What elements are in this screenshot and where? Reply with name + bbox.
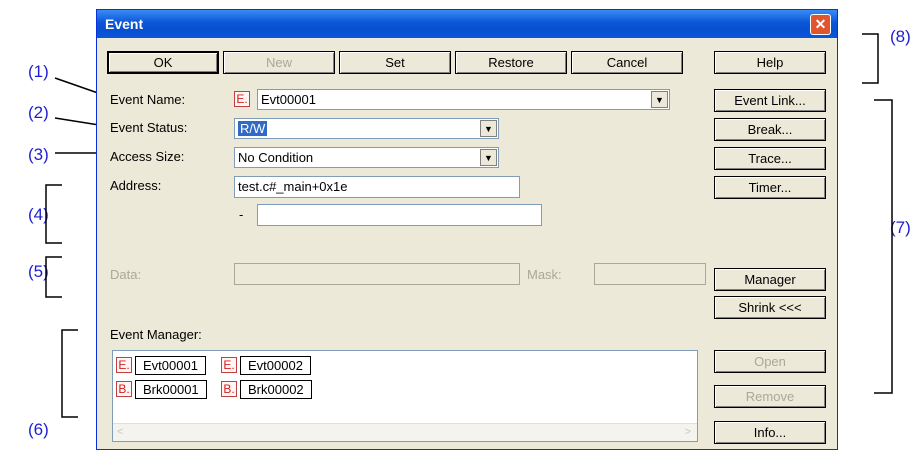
ok-button[interactable]: OK — [107, 51, 219, 74]
scroll-left-icon[interactable]: < — [117, 426, 123, 438]
address-label: Address: — [110, 178, 162, 193]
event-type-badge: E. — [116, 357, 132, 373]
list-item-name: Brk00001 — [135, 379, 207, 399]
access-size-combo[interactable]: No Condition ▼ — [234, 147, 499, 168]
help-button[interactable]: Help — [714, 51, 826, 74]
access-size-value: No Condition — [238, 150, 314, 165]
remove-button[interactable]: Remove — [714, 385, 826, 408]
chevron-down-icon[interactable]: ▼ — [651, 91, 668, 108]
list-item-name: Brk00002 — [240, 379, 312, 399]
event-name-value: Evt00001 — [261, 92, 316, 107]
list-item[interactable]: B. Brk00002 — [221, 379, 312, 399]
set-button[interactable]: Set — [339, 51, 451, 74]
horizontal-scrollbar[interactable]: < > — [113, 423, 697, 441]
data-field[interactable] — [234, 263, 520, 285]
list-item-name: Evt00001 — [135, 355, 206, 375]
scroll-right-icon[interactable]: > — [685, 426, 691, 438]
timer-button[interactable]: Timer... — [714, 176, 826, 199]
info-button[interactable]: Info... — [714, 421, 826, 444]
title-bar: Event ✕ — [97, 10, 837, 38]
event-status-label: Event Status: — [110, 120, 188, 135]
range-dash: - — [239, 207, 244, 222]
list-item[interactable]: E. Evt00001 — [116, 355, 206, 375]
chevron-down-icon[interactable]: ▼ — [480, 120, 497, 137]
event-status-combo[interactable]: R/W ▼ — [234, 118, 499, 139]
mask-field[interactable] — [594, 263, 706, 285]
window-title: Event — [105, 16, 144, 32]
new-button[interactable]: New — [223, 51, 335, 74]
event-type-badge: B. — [221, 381, 237, 397]
event-manager-label: Event Manager: — [110, 327, 202, 342]
cancel-button[interactable]: Cancel — [571, 51, 683, 74]
event-type-badge: E. — [234, 91, 250, 107]
trace-button[interactable]: Trace... — [714, 147, 826, 170]
chevron-down-icon[interactable]: ▼ — [480, 149, 497, 166]
shrink-button[interactable]: Shrink <<< — [714, 296, 826, 319]
restore-button[interactable]: Restore — [455, 51, 567, 74]
event-type-badge: E. — [221, 357, 237, 373]
event-name-label: Event Name: — [110, 92, 186, 107]
mask-label: Mask: — [527, 267, 562, 282]
address-field[interactable]: test.c#_main+0x1e — [234, 176, 520, 198]
range-end-field[interactable] — [257, 204, 542, 226]
close-icon[interactable]: ✕ — [810, 14, 831, 35]
manager-button[interactable]: Manager — [714, 268, 826, 291]
access-size-label: Access Size: — [110, 149, 185, 164]
event-name-combo[interactable]: Evt00001 ▼ — [257, 89, 670, 110]
open-button[interactable]: Open — [714, 350, 826, 373]
event-status-value: R/W — [238, 121, 268, 136]
break-button[interactable]: Break... — [714, 118, 826, 141]
list-item[interactable]: B. Brk00001 — [116, 379, 207, 399]
list-item-name: Evt00002 — [240, 355, 311, 375]
data-label: Data: — [110, 267, 142, 282]
event-dialog: Event ✕ OK New Set Restore Cancel Help E… — [96, 9, 838, 450]
event-link-button[interactable]: Event Link... — [714, 89, 826, 112]
event-manager-list[interactable]: E. Evt00001 E. Evt00002 B. Brk00001 B. B… — [112, 350, 698, 442]
list-item[interactable]: E. Evt00002 — [221, 355, 311, 375]
event-type-badge: B. — [116, 381, 132, 397]
